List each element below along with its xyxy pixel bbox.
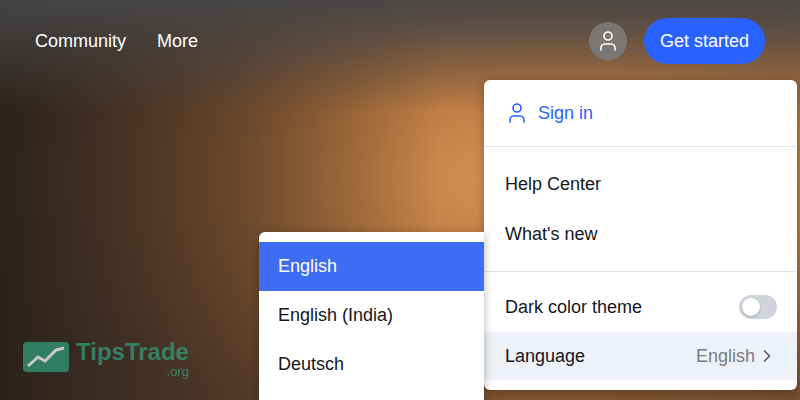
watermark-suffix: .org	[167, 365, 189, 378]
nav-link[interactable]: More	[157, 31, 198, 52]
get-started-button[interactable]: Get started	[644, 18, 765, 64]
theme-toggle-item[interactable]: Dark color theme	[484, 282, 797, 332]
language-submenu: EnglishEnglish (India)Deutsch	[259, 232, 484, 400]
chevron-right-icon	[757, 346, 777, 366]
language-option[interactable]: English	[259, 242, 484, 291]
language-value: English	[696, 346, 755, 367]
menu-item[interactable]: What's new	[484, 209, 797, 259]
menu-item-label: What's new	[505, 224, 777, 245]
user-icon	[505, 101, 529, 125]
toggle-switch[interactable]	[739, 295, 777, 319]
watermark-text: TipsTrade.org	[76, 340, 189, 378]
page-background-photo: Community More Get started Sign in Help Cent…	[0, 0, 800, 400]
user-menu-button[interactable]	[589, 22, 627, 60]
menu-item-label: Help Center	[505, 174, 777, 195]
menu-item[interactable]: Help Center	[484, 159, 797, 209]
menu-section: Dark color theme LanguageEnglish	[484, 272, 797, 390]
sign-in-item[interactable]: Sign in	[484, 88, 797, 138]
menu-section: Sign in	[484, 80, 797, 147]
top-nav: Community More Get started	[0, 18, 800, 64]
user-dropdown-menu: Sign in Help Center What's new Dark color t…	[484, 80, 797, 390]
menu-item-label: Language	[505, 346, 696, 367]
toggle-knob	[742, 298, 760, 316]
menu-section: Help Center What's new	[484, 147, 797, 272]
nav-links: Community More	[35, 31, 198, 52]
menu-item-label: Dark color theme	[505, 297, 739, 318]
language-item[interactable]: LanguageEnglish	[484, 332, 797, 380]
language-option[interactable]: Deutsch	[259, 340, 484, 389]
chart-logo-icon	[22, 340, 70, 374]
user-icon	[596, 29, 620, 53]
nav-link[interactable]: Community	[35, 31, 126, 52]
watermark: TipsTrade.org	[22, 340, 189, 378]
sign-in-label: Sign in	[538, 103, 777, 124]
language-option[interactable]: English (India)	[259, 291, 484, 340]
watermark-name: TipsTrade	[76, 340, 189, 364]
